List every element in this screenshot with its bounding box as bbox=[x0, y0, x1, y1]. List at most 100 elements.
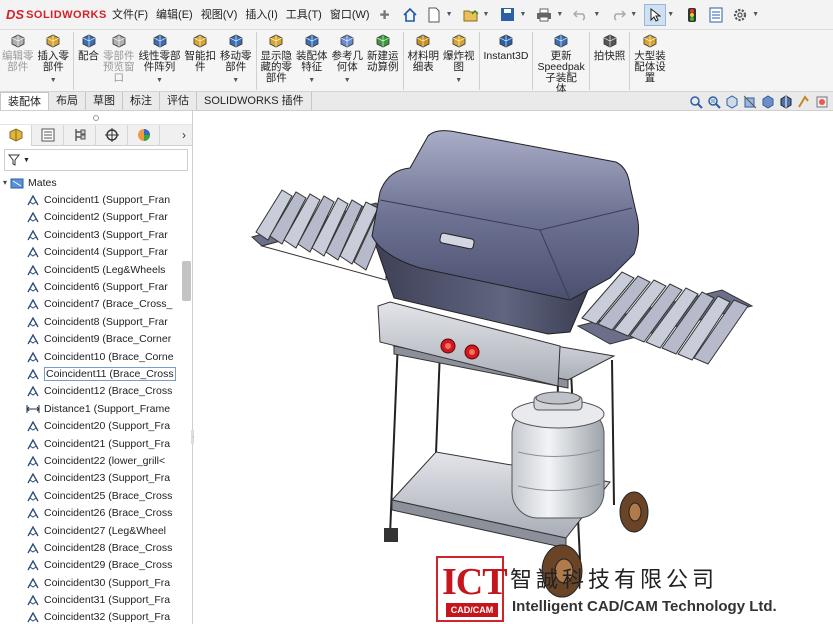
dropdown-arrow-icon[interactable]: ▼ bbox=[344, 75, 351, 86]
redo-icon[interactable] bbox=[607, 4, 629, 26]
tab-layout[interactable]: 布局 bbox=[49, 92, 86, 110]
panel-grip-handle[interactable] bbox=[0, 111, 192, 125]
tree-item-mate[interactable]: Coincident32 (Support_Fra bbox=[0, 609, 192, 624]
dropdown-arrow-icon[interactable]: ▼ bbox=[156, 75, 163, 86]
tree-item-mate[interactable]: Coincident21 (Support_Fra bbox=[0, 435, 192, 452]
tree-item-mate[interactable]: Coincident6 (Support_Frar bbox=[0, 278, 192, 295]
open-dropdown-icon[interactable]: ▼ bbox=[483, 11, 490, 18]
new-document-icon[interactable] bbox=[423, 4, 445, 26]
dropdown-arrow-icon[interactable]: ▼ bbox=[455, 75, 462, 86]
menu-view[interactable]: 视图(V) bbox=[197, 0, 242, 30]
display-manager-tab-icon[interactable] bbox=[128, 124, 160, 146]
print-icon[interactable] bbox=[533, 4, 555, 26]
dimxpert-tab-icon[interactable] bbox=[96, 124, 128, 146]
redo-dropdown-icon[interactable]: ▼ bbox=[630, 11, 637, 18]
zoom-area-icon[interactable] bbox=[707, 95, 721, 109]
command-reference-geometry-button[interactable]: 参考几 何体 ▼ bbox=[330, 30, 366, 86]
tree-folder-mates[interactable]: ▾ Mates bbox=[0, 174, 192, 191]
select-dropdown-icon[interactable]: ▼ bbox=[667, 11, 674, 18]
tree-item-mate[interactable]: Coincident29 (Brace_Cross bbox=[0, 557, 192, 574]
collapse-arrow-icon[interactable]: ▾ bbox=[0, 178, 10, 187]
options-gear-icon[interactable] bbox=[729, 4, 751, 26]
undo-dropdown-icon[interactable]: ▼ bbox=[593, 11, 600, 18]
tree-item-mate[interactable]: Coincident11 (Brace_Cross bbox=[0, 365, 192, 382]
tree-item-mate[interactable]: Distance1 (Support_Frame bbox=[0, 400, 192, 417]
tree-item-mate[interactable]: Coincident31 (Support_Fra bbox=[0, 591, 192, 608]
dropdown-arrow-icon[interactable]: ▼ bbox=[232, 75, 239, 86]
tree-item-mate[interactable]: Coincident26 (Brace_Cross bbox=[0, 504, 192, 521]
rebuild-traffic-light-icon[interactable] bbox=[681, 4, 703, 26]
command-exploded-view-button[interactable]: 爆炸视 图 ▼ bbox=[441, 30, 477, 86]
featuremanager-tab-icon[interactable] bbox=[0, 124, 32, 146]
solidworks-logo[interactable]: DS SOLIDWORKS bbox=[0, 7, 108, 22]
command-new-motion-study-button[interactable]: 新建运 动算例 bbox=[365, 30, 401, 73]
previous-view-icon[interactable] bbox=[725, 95, 739, 109]
tree-filter[interactable]: ▼ bbox=[4, 149, 188, 171]
save-icon[interactable] bbox=[496, 4, 518, 26]
propertymanager-tab-icon[interactable] bbox=[32, 124, 64, 146]
tree-item-mate[interactable]: Coincident1 (Support_Fran bbox=[0, 191, 192, 208]
tab-sketch[interactable]: 草图 bbox=[86, 92, 123, 110]
print-dropdown-icon[interactable]: ▼ bbox=[556, 11, 563, 18]
menu-window[interactable]: 窗口(W) bbox=[326, 0, 374, 30]
tab-markup[interactable]: 标注 bbox=[123, 92, 160, 110]
tree-item-mate[interactable]: Coincident8 (Support_Frar bbox=[0, 313, 192, 330]
appearance-icon[interactable] bbox=[815, 95, 829, 109]
undo-icon[interactable] bbox=[570, 4, 592, 26]
pin-menu-icon[interactable]: ✚ bbox=[380, 8, 390, 22]
tab-assembly[interactable]: 装配体 bbox=[0, 92, 49, 110]
zoom-to-fit-icon[interactable] bbox=[689, 95, 703, 109]
select-cursor-icon[interactable] bbox=[644, 3, 667, 26]
dropdown-arrow-icon[interactable]: ▼ bbox=[50, 75, 57, 86]
configurationmanager-tab-icon[interactable] bbox=[64, 124, 96, 146]
tree-item-mate[interactable]: Coincident12 (Brace_Cross bbox=[0, 383, 192, 400]
new-dropdown-icon[interactable]: ▼ bbox=[446, 11, 453, 18]
command-bom-button[interactable]: 材料明 细表 bbox=[406, 30, 442, 73]
open-folder-icon[interactable] bbox=[460, 4, 482, 26]
dropdown-arrow-icon[interactable]: ▼ bbox=[308, 75, 315, 86]
tree-item-mate[interactable]: Coincident3 (Support_Frar bbox=[0, 226, 192, 243]
hide-show-items-icon[interactable] bbox=[797, 95, 811, 109]
tree-item-mate[interactable]: Coincident30 (Support_Fra bbox=[0, 574, 192, 591]
tree-scrollbar-thumb[interactable] bbox=[182, 261, 191, 301]
tree-item-mate[interactable]: Coincident9 (Brace_Corner bbox=[0, 331, 192, 348]
command-mate-button[interactable]: 配合 bbox=[76, 30, 101, 62]
command-linear-pattern-button[interactable]: 线性零部 件阵列 ▼ bbox=[137, 30, 183, 86]
tree-item-mate[interactable]: Coincident5 (Leg&Wheels bbox=[0, 261, 192, 278]
display-style-icon[interactable] bbox=[779, 95, 793, 109]
tree-item-mate[interactable]: Coincident7 (Brace_Cross_ bbox=[0, 296, 192, 313]
command-edit-component-button[interactable]: 编辑零 部件 bbox=[0, 30, 36, 73]
file-properties-icon[interactable] bbox=[705, 4, 727, 26]
grill-assembly-model[interactable] bbox=[194, 111, 833, 624]
command-component-preview-button[interactable]: 零部件 预览窗 口 bbox=[101, 30, 137, 84]
command-assembly-features-button[interactable]: 装配体 特征 ▼ bbox=[294, 30, 330, 86]
graphics-area[interactable] bbox=[194, 111, 833, 624]
menu-tools[interactable]: 工具(T) bbox=[282, 0, 326, 30]
tree-item-mate[interactable]: Coincident2 (Support_Frar bbox=[0, 209, 192, 226]
tree-item-mate[interactable]: Coincident25 (Brace_Cross bbox=[0, 487, 192, 504]
filter-dropdown-icon[interactable]: ▼ bbox=[23, 157, 30, 164]
command-speedpak-button[interactable]: 更新 Speedpak 子装配 体 bbox=[535, 30, 586, 95]
section-view-icon[interactable] bbox=[743, 95, 757, 109]
tree-item-mate[interactable]: Coincident10 (Brace_Corne bbox=[0, 348, 192, 365]
menu-insert[interactable]: 插入(I) bbox=[241, 0, 281, 30]
tab-solidworks-addins[interactable]: SOLIDWORKS 插件 bbox=[197, 92, 312, 110]
tree-item-mate[interactable]: Coincident28 (Brace_Cross bbox=[0, 539, 192, 556]
view-orientation-icon[interactable] bbox=[761, 95, 775, 109]
home-icon[interactable] bbox=[399, 4, 421, 26]
command-snapshot-button[interactable]: 拍快照 bbox=[592, 30, 628, 62]
tree-item-mate[interactable]: Coincident4 (Support_Frar bbox=[0, 244, 192, 261]
command-show-hidden-button[interactable]: 显示隐 藏的零 部件 bbox=[259, 30, 295, 84]
command-instant3d-button[interactable]: Instant3D bbox=[482, 30, 531, 62]
command-large-assembly-button[interactable]: 大型装 配体设 置 bbox=[632, 30, 668, 84]
tree-item-mate[interactable]: Coincident23 (Support_Fra bbox=[0, 470, 192, 487]
command-move-component-button[interactable]: 移动零 部件 ▼ bbox=[218, 30, 254, 86]
tree-item-mate[interactable]: Coincident20 (Support_Fra bbox=[0, 417, 192, 434]
tree-item-mate[interactable]: Coincident27 (Leg&Wheel bbox=[0, 522, 192, 539]
menu-file[interactable]: 文件(F) bbox=[108, 0, 152, 30]
options-dropdown-icon[interactable]: ▼ bbox=[752, 11, 759, 18]
tree-item-mate[interactable]: Coincident22 (lower_grill< bbox=[0, 452, 192, 469]
tab-evaluate[interactable]: 评估 bbox=[160, 92, 197, 110]
command-insert-component-button[interactable]: 插入零 部件 ▼ bbox=[36, 30, 72, 86]
save-dropdown-icon[interactable]: ▼ bbox=[519, 11, 526, 18]
